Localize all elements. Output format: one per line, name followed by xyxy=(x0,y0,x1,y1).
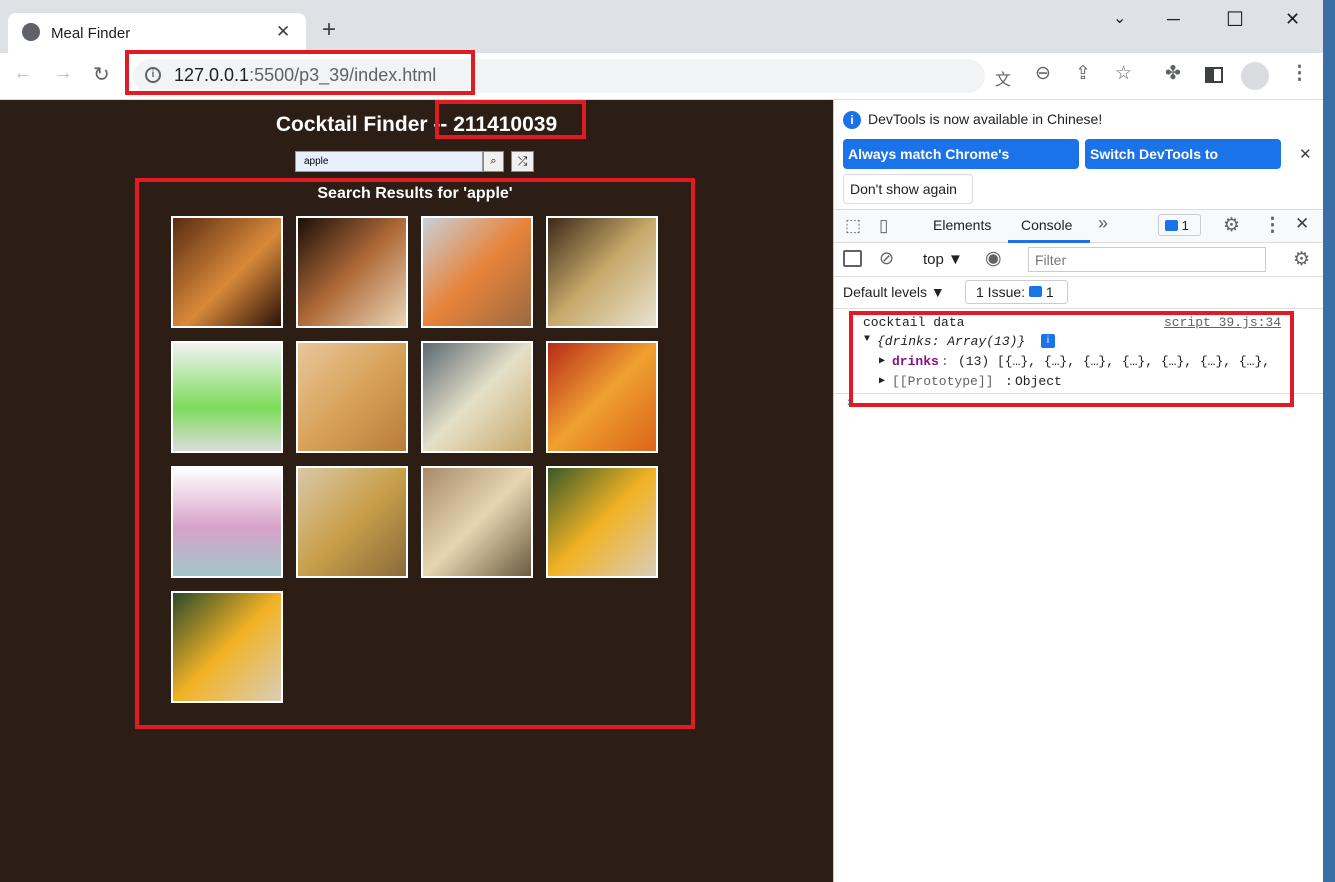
cocktail-thumbnail[interactable] xyxy=(546,341,658,453)
browser-tab[interactable]: Meal Finder ✕ xyxy=(8,13,306,53)
magnifier-icon: ⌕ xyxy=(490,155,497,167)
reload-icon[interactable]: ↻ xyxy=(93,62,110,87)
search-input[interactable]: apple xyxy=(295,151,483,172)
maximize-button[interactable]: ☐ xyxy=(1226,7,1244,32)
tab-console[interactable]: Console xyxy=(1021,217,1072,233)
forward-icon[interactable]: → xyxy=(53,62,73,85)
highlight-console-output xyxy=(849,311,1294,407)
highlight-student-id xyxy=(435,100,586,139)
cocktail-thumbnail[interactable] xyxy=(546,216,658,328)
zoom-icon[interactable]: ⊖ xyxy=(1035,62,1051,85)
issue-label: 1 Issue: xyxy=(976,284,1026,300)
extensions-icon[interactable]: ✤ xyxy=(1165,62,1181,85)
console-settings-icon[interactable]: ⚙ xyxy=(1293,248,1310,271)
issues-badge[interactable]: 1 xyxy=(1158,214,1201,236)
info-icon: i xyxy=(843,111,861,129)
menu-icon[interactable]: ⋮ xyxy=(1290,62,1309,85)
cocktail-thumbnail[interactable] xyxy=(421,341,533,453)
inspect-element-icon[interactable]: ⬚ xyxy=(845,216,861,236)
tab-title: Meal Finder xyxy=(51,25,131,42)
settings-gear-icon[interactable]: ⚙ xyxy=(1223,214,1240,237)
issues-count: 1 xyxy=(1181,218,1189,233)
random-button[interactable]: ⤮ xyxy=(511,151,534,172)
side-panel-icon[interactable] xyxy=(1205,67,1223,83)
context-value: top xyxy=(923,251,944,268)
cocktail-thumbnail[interactable] xyxy=(296,341,408,453)
cocktail-thumbnail[interactable] xyxy=(171,466,283,578)
desktop-edge xyxy=(1323,0,1335,882)
minimize-button[interactable]: ─ xyxy=(1167,9,1180,30)
more-tabs-icon[interactable]: » xyxy=(1098,213,1108,234)
sidebar-toggle-icon[interactable] xyxy=(843,250,862,267)
issue-count: 1 xyxy=(1045,284,1054,300)
close-devtools-icon[interactable]: ✕ xyxy=(1295,214,1309,234)
language-notice: DevTools is now available in Chinese! xyxy=(868,111,1103,127)
shuffle-icon: ⤮ xyxy=(517,154,528,168)
devtools-tabbar xyxy=(834,209,1323,243)
always-match-language-button[interactable]: Always match Chrome's language xyxy=(843,139,1079,192)
back-icon[interactable]: ← xyxy=(13,62,33,85)
devtools-menu-icon[interactable]: ⋮ xyxy=(1263,214,1282,237)
dont-show-again-button[interactable]: Don't show again xyxy=(843,174,973,204)
page-title: Cocktail Finder -- 211410039 xyxy=(275,113,558,136)
cocktail-thumbnail[interactable] xyxy=(171,591,283,703)
context-selector[interactable]: top ▼ xyxy=(923,251,963,268)
close-window-button[interactable]: ✕ xyxy=(1285,9,1300,30)
message-icon xyxy=(1028,286,1042,297)
message-icon xyxy=(1165,220,1178,231)
default-levels-dropdown[interactable]: Default levels ▼ xyxy=(843,284,945,300)
search-button[interactable]: ⌕ xyxy=(483,151,504,172)
tab-elements[interactable]: Elements xyxy=(933,217,991,233)
switch-to-chinese-button[interactable]: Switch DevTools to Chinese xyxy=(1085,139,1281,192)
filter-input[interactable]: Filter xyxy=(1028,247,1266,272)
bookmark-star-icon[interactable]: ☆ xyxy=(1115,62,1132,85)
device-toolbar-icon[interactable]: ▯ xyxy=(879,216,888,236)
cocktail-thumbnail[interactable] xyxy=(421,466,533,578)
highlight-url xyxy=(125,50,475,95)
cocktail-thumbnail[interactable] xyxy=(296,466,408,578)
translate-icon[interactable]: 文 xyxy=(995,66,1011,90)
cocktail-thumbnail[interactable] xyxy=(171,216,283,328)
cocktail-thumbnail[interactable] xyxy=(296,216,408,328)
clear-console-icon[interactable]: ⊘ xyxy=(879,248,894,269)
tab-close-icon[interactable]: ✕ xyxy=(276,22,290,42)
share-icon[interactable]: ⇪ xyxy=(1075,62,1091,85)
issue-button[interactable]: 1 Issue: 1 xyxy=(965,280,1068,304)
new-tab-button[interactable]: + xyxy=(322,18,336,42)
cocktail-thumbnail[interactable] xyxy=(171,341,283,453)
globe-icon xyxy=(22,23,40,41)
cocktail-thumbnail[interactable] xyxy=(421,216,533,328)
results-heading: Search Results for 'apple' xyxy=(317,185,513,202)
cocktail-thumbnail[interactable] xyxy=(546,466,658,578)
close-notice-icon[interactable]: ✕ xyxy=(1299,145,1312,163)
profile-avatar[interactable] xyxy=(1241,62,1269,90)
eye-icon[interactable]: ◉ xyxy=(985,247,1002,270)
tab-search-icon[interactable]: ⌄ xyxy=(1113,8,1126,28)
